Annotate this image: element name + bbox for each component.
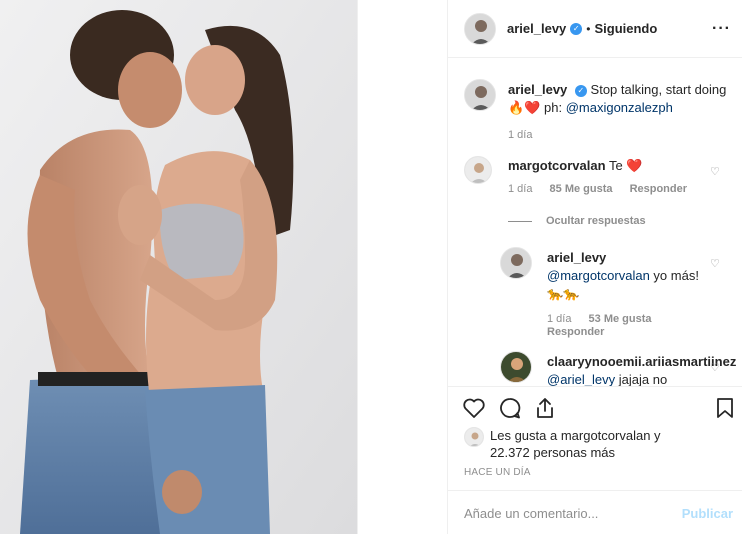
comment-reply-button[interactable]: Responder	[630, 183, 687, 195]
reply-username[interactable]: claaryynooemii.ariiasmartiinez	[547, 354, 736, 369]
separator-dot: •	[586, 21, 591, 36]
reply-username[interactable]: ariel_levy	[547, 250, 606, 265]
comment-item: margotcorvalan Te ❤️ 1 día 85 Me gusta R…	[508, 157, 713, 195]
following-button[interactable]: Siguiendo	[594, 21, 657, 36]
reply-like-heart-icon[interactable]: ♡	[710, 361, 720, 374]
likes-text[interactable]: Les gusta a margotcorvalan y 22.372 pers…	[490, 427, 661, 461]
reply-item: claaryynooemii.ariiasmartiinez @ariel_le…	[547, 353, 736, 386]
post-timestamp[interactable]: HACE UN DÍA	[464, 467, 531, 478]
verified-icon: ✓	[570, 22, 583, 35]
reply-reply-button[interactable]: Responder	[547, 326, 604, 338]
comment-username[interactable]: margotcorvalan	[508, 158, 606, 173]
caption: ariel_levy ✓ Stop talking, start doing 🔥…	[508, 81, 733, 141]
like-heart-icon[interactable]	[462, 397, 486, 419]
post-panel: ariel_levy ✓ • Siguiendo ··· ariel_levy …	[447, 0, 742, 534]
share-icon[interactable]	[534, 397, 556, 419]
add-comment-bar: Publicar	[448, 490, 742, 534]
comment-emoji: ❤️	[626, 158, 643, 173]
likes-avatar[interactable]	[464, 427, 484, 447]
reply-mention-link[interactable]: @ariel_levy	[547, 372, 615, 386]
reply-avatar-wrap	[500, 247, 532, 279]
reply-mention-link[interactable]: @margotcorvalan	[547, 268, 650, 283]
hide-replies-toggle[interactable]: Ocultar respuestas	[508, 215, 660, 227]
action-bar: Les gusta a margotcorvalan y 22.372 pers…	[448, 386, 742, 534]
reply-emoji: 🐆🐆	[547, 286, 580, 301]
verified-icon: ✓	[574, 85, 587, 97]
reply-avatar[interactable]	[500, 247, 532, 279]
author-username[interactable]: ariel_levy	[507, 21, 566, 36]
reply-avatar[interactable]	[500, 351, 532, 383]
post-photo[interactable]	[0, 0, 357, 534]
comment-bubble-icon[interactable]	[498, 397, 522, 419]
caption-avatar[interactable]	[464, 79, 496, 111]
comments-list[interactable]: ariel_levy ✓ Stop talking, start doing 🔥…	[448, 59, 742, 386]
post-image	[0, 0, 357, 534]
author-avatar[interactable]	[464, 12, 496, 45]
caption-avatar-wrap	[464, 79, 496, 111]
save-bookmark-icon[interactable]	[716, 397, 734, 419]
reply-item: ariel_levy @margotcorvalan yo más! 🐆🐆 1 …	[547, 249, 712, 339]
post-header: ariel_levy ✓ • Siguiendo ···	[448, 0, 742, 58]
more-horizontal-icon[interactable]: ···	[712, 20, 731, 38]
comment-input[interactable]	[464, 505, 682, 521]
comment-avatar-wrap	[464, 156, 492, 184]
reply-time[interactable]: 1 día	[547, 313, 571, 325]
comment-likes[interactable]: 85 Me gusta	[550, 183, 613, 195]
caption-time[interactable]: 1 día	[508, 129, 733, 141]
comment-time[interactable]: 1 día	[508, 183, 532, 195]
reply-meta: 1 día 53 Me gusta Responder	[547, 313, 712, 339]
reply-text: jajaja no	[618, 372, 668, 386]
likes-summary: Les gusta a margotcorvalan y 22.372 pers…	[464, 427, 661, 461]
publish-button[interactable]: Publicar	[682, 506, 733, 521]
likes-line-1: Les gusta a margotcorvalan y	[490, 428, 661, 443]
comment-like-heart-icon[interactable]: ♡	[710, 165, 720, 178]
caption-mention-link[interactable]: @maxigonzalezph	[566, 100, 673, 115]
caption-text: Stop talking, start doing	[590, 82, 727, 97]
comment-text: Te	[608, 158, 623, 173]
comment-avatar[interactable]	[464, 156, 492, 184]
caption-username[interactable]: ariel_levy	[508, 82, 567, 97]
hide-replies-line	[508, 220, 532, 222]
hide-replies-label[interactable]: Ocultar respuestas	[546, 215, 646, 227]
likes-line-2: 22.372 personas más	[490, 445, 616, 460]
reply-avatar-wrap	[500, 351, 532, 383]
caption-emojis: 🔥❤️	[508, 100, 541, 115]
comment-meta: 1 día 85 Me gusta Responder	[508, 183, 713, 195]
reply-like-heart-icon[interactable]: ♡	[710, 257, 720, 270]
reply-text: yo más!	[653, 268, 699, 283]
caption-credit-prefix: ph:	[544, 100, 563, 115]
reply-likes[interactable]: 53 Me gusta	[589, 313, 652, 325]
photo-divider	[357, 0, 358, 534]
